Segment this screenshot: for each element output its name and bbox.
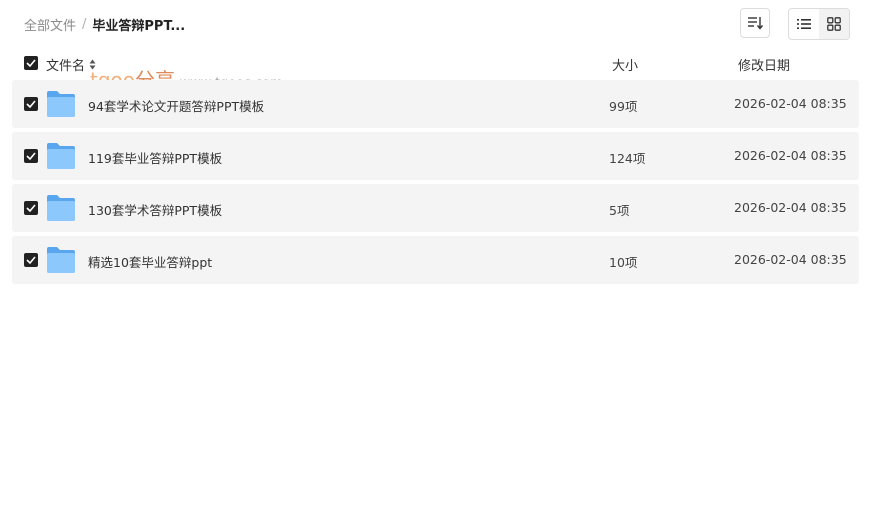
table-row[interactable]: 精选10套毕业答辩ppt 10项 2026-02-04 08:35 xyxy=(12,236,859,284)
check-icon xyxy=(26,100,36,108)
breadcrumb-separator: / xyxy=(82,16,87,32)
file-name[interactable]: 94套学术论文开题答辩PPT模板 xyxy=(88,96,264,115)
file-modified-date: 2026-02-04 08:35 xyxy=(734,148,847,163)
select-all-checkbox[interactable] xyxy=(24,56,38,70)
check-icon xyxy=(26,256,36,264)
breadcrumb-current-folder: 毕业答辩PPT... xyxy=(92,18,186,34)
column-header-name-label: 文件名 xyxy=(46,59,86,74)
view-mode-toggle xyxy=(788,8,850,40)
column-header-date[interactable]: 修改日期 xyxy=(738,55,790,74)
column-header-size[interactable]: 大小 xyxy=(612,55,638,74)
row-checkbox[interactable] xyxy=(24,97,38,111)
file-item-count: 10项 xyxy=(609,255,638,270)
folder-icon xyxy=(47,91,75,117)
breadcrumb: 全部文件 / 毕业答辩PPT... xyxy=(24,14,185,34)
folder-icon xyxy=(47,195,75,221)
row-checkbox[interactable] xyxy=(24,149,38,163)
breadcrumb-root-link[interactable]: 全部文件 xyxy=(24,15,76,34)
column-header-name[interactable]: 文件名 xyxy=(46,55,96,74)
list-view-button[interactable] xyxy=(789,9,819,39)
check-icon xyxy=(26,204,36,212)
check-icon xyxy=(26,152,36,160)
table-header: 文件名 大小 修改日期 xyxy=(0,52,874,76)
row-checkbox[interactable] xyxy=(24,201,38,215)
folder-icon xyxy=(47,143,75,169)
file-name[interactable]: 130套学术答辩PPT模板 xyxy=(88,200,222,219)
file-name[interactable]: 119套毕业答辩PPT模板 xyxy=(88,148,222,167)
sort-caret-icon xyxy=(89,59,96,70)
file-modified-date: 2026-02-04 08:35 xyxy=(734,96,847,111)
file-modified-date: 2026-02-04 08:35 xyxy=(734,252,847,267)
file-modified-date: 2026-02-04 08:35 xyxy=(734,200,847,215)
folder-icon xyxy=(47,247,75,273)
file-list: 94套学术论文开题答辩PPT模板 99项 2026-02-04 08:35 11… xyxy=(12,80,859,288)
file-item-count: 124项 xyxy=(609,151,646,166)
table-row[interactable]: 94套学术论文开题答辩PPT模板 99项 2026-02-04 08:35 xyxy=(12,80,859,128)
file-name[interactable]: 精选10套毕业答辩ppt xyxy=(88,252,212,271)
sort-button[interactable] xyxy=(740,8,770,38)
grid-view-icon xyxy=(827,17,841,31)
file-item-count: 99项 xyxy=(609,99,638,114)
grid-view-button[interactable] xyxy=(819,9,849,39)
row-checkbox[interactable] xyxy=(24,253,38,267)
table-row[interactable]: 130套学术答辩PPT模板 5项 2026-02-04 08:35 xyxy=(12,184,859,232)
sort-lines-icon xyxy=(748,17,763,30)
check-icon xyxy=(26,59,36,67)
list-view-icon xyxy=(797,19,811,29)
table-row[interactable]: 119套毕业答辩PPT模板 124项 2026-02-04 08:35 xyxy=(12,132,859,180)
file-item-count: 5项 xyxy=(609,203,630,218)
